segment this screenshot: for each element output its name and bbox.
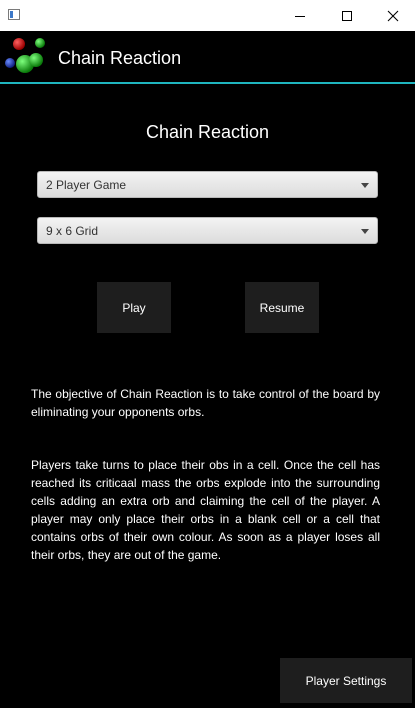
player-count-select[interactable]: 2 Player Game <box>37 171 378 198</box>
window-titlebar <box>0 0 415 31</box>
close-button[interactable] <box>370 0 415 31</box>
resume-button[interactable]: Resume <box>245 282 319 333</box>
orbs-logo-icon <box>5 38 45 73</box>
header-divider <box>0 82 415 84</box>
minimize-button[interactable] <box>277 0 323 31</box>
maximize-icon <box>342 10 352 21</box>
rules-text: Players take turns to place their obs in… <box>31 458 380 562</box>
minimize-icon <box>295 15 305 17</box>
player-settings-button[interactable]: Player Settings <box>280 658 412 703</box>
grid-size-value: 9 x 6 Grid <box>46 224 99 238</box>
objective-text: The objective of Chain Reaction is to ta… <box>31 387 380 419</box>
play-button[interactable]: Play <box>97 282 171 333</box>
chevron-down-icon <box>361 229 369 234</box>
grid-size-select[interactable]: 9 x 6 Grid <box>37 217 378 244</box>
page-title: Chain Reaction <box>145 122 270 142</box>
player-count-value: 2 Player Game <box>46 178 127 192</box>
chevron-down-icon <box>361 183 369 188</box>
maximize-button[interactable] <box>324 0 370 31</box>
app-title: Chain Reaction <box>58 48 182 68</box>
close-icon <box>387 10 399 21</box>
window-app-icon <box>8 9 20 20</box>
